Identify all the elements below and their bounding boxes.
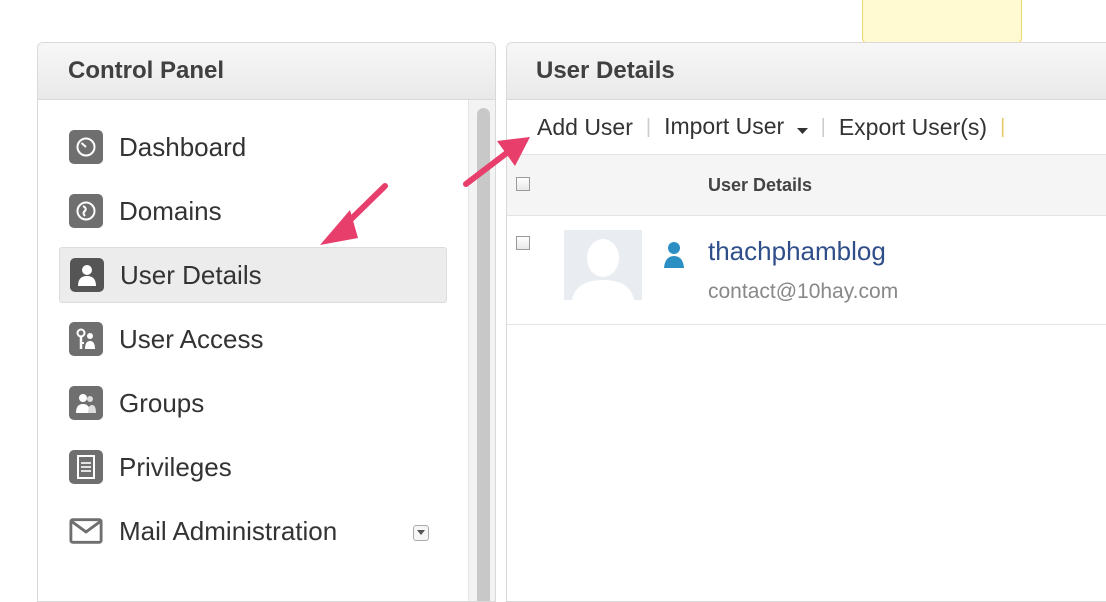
key-icon: [69, 322, 103, 356]
user-email: contact@10hay.com: [708, 280, 899, 303]
avatar: [564, 230, 642, 300]
mail-icon: [69, 514, 103, 548]
toolbar-divider: |: [645, 115, 652, 138]
user-name-link[interactable]: thachphamblog: [708, 236, 886, 267]
row-checkbox[interactable]: [516, 236, 530, 250]
export-users-button[interactable]: Export User(s): [839, 114, 987, 141]
chevron-down-icon[interactable]: [413, 525, 429, 541]
nav-item-user-details[interactable]: User Details: [59, 247, 447, 303]
nav-item-privileges[interactable]: Privileges: [59, 439, 447, 495]
user-details-panel: User Details Add User | Import User | Ex…: [506, 42, 1106, 602]
nav-item-label: Privileges: [119, 451, 232, 482]
nav-item-groups[interactable]: Groups: [59, 375, 447, 431]
scrollbar-thumb[interactable]: [477, 108, 490, 601]
nav-item-dashboard[interactable]: Dashboard: [59, 119, 447, 175]
toolbar-divider: |: [820, 115, 826, 138]
notice-banner-edge: [862, 0, 1022, 44]
nav-item-domains[interactable]: Domains: [59, 183, 447, 239]
user-icon: [657, 240, 691, 275]
nav-item-user-access[interactable]: User Access: [59, 311, 447, 367]
nav-item-label: Dashboard: [119, 131, 247, 162]
nav-item-label: User Access: [119, 323, 264, 354]
control-panel-title: Control Panel: [38, 43, 495, 100]
nav-item-label: Mail Administration: [119, 515, 338, 546]
nav-item-label: User Details: [120, 259, 262, 290]
column-header-user-details: User Details: [708, 175, 813, 195]
select-all-checkbox[interactable]: [516, 177, 530, 191]
nav-item-mail-administration[interactable]: Mail Administration: [59, 503, 447, 559]
nav-item-label: Domains: [119, 195, 222, 226]
control-panel: Control Panel Dashboard Domains User Det…: [37, 42, 496, 602]
table-header: User Details: [507, 155, 1106, 216]
document-icon: [69, 450, 103, 484]
import-user-label: Import User: [664, 112, 785, 139]
user-toolbar: Add User | Import User | Export User(s) …: [507, 100, 1106, 155]
groups-icon: [69, 386, 103, 420]
import-user-button[interactable]: Import User: [664, 113, 808, 141]
table-row[interactable]: thachphamblog contact@10hay.com: [507, 216, 1106, 325]
add-user-button[interactable]: Add User: [537, 114, 633, 141]
caret-down-icon: [796, 114, 808, 141]
control-panel-nav: Dashboard Domains User Details User Acce…: [59, 119, 447, 567]
globe-icon: [69, 194, 103, 228]
user-details-title: User Details: [507, 43, 1106, 100]
user-icon: [70, 258, 104, 292]
scrollbar[interactable]: [468, 100, 495, 601]
nav-item-label: Groups: [119, 387, 205, 418]
toolbar-divider: |: [1000, 115, 1006, 138]
dashboard-icon: [69, 130, 103, 164]
